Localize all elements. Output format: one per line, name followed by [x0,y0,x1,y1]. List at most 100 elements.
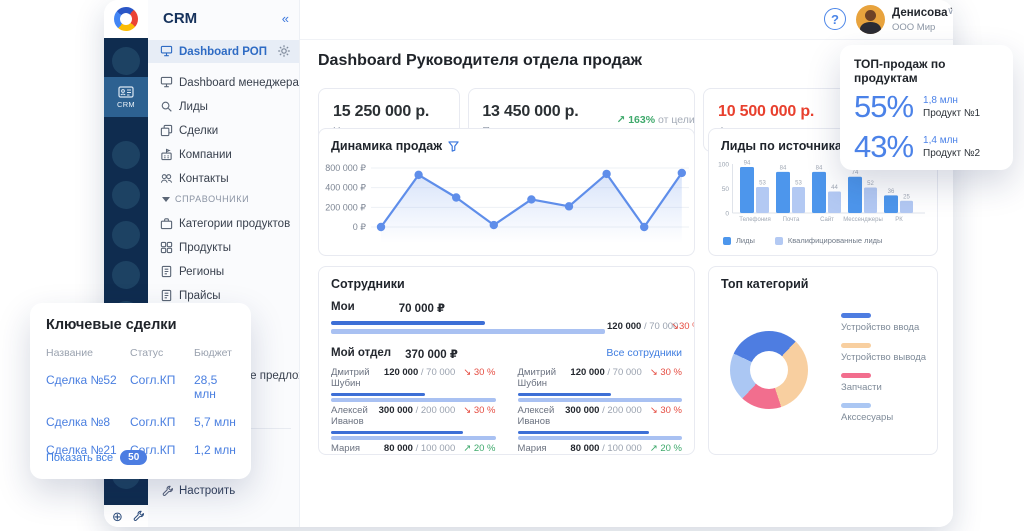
bar-chart-legend: Лиды Квалифицированные лиды [723,236,882,245]
sidebar-item-products[interactable]: Продукты [148,236,300,259]
show-all-label: Показать все [46,452,113,464]
help-icon[interactable]: ? [824,8,846,30]
sidebar-item-label: Dashboard РОП [179,46,267,58]
user-company: ООО Мир [892,22,935,33]
sidebar-item-label: Категории продуктов [179,218,290,230]
employees-grid: Дмитрий Шубин120 000 / 70 000↘ 30 % Дмит… [331,367,682,455]
delta-value: 163% [628,114,655,126]
rail-item-placeholder[interactable] [112,221,140,249]
wrench-icon [162,485,174,497]
sales-dynamics-line-chart: 800 000 ₽400 000 ₽200 000 ₽0 ₽ [325,159,693,251]
sidebar-collapse-icon[interactable]: « [282,11,289,26]
employee-target: / 70 000 [607,367,641,378]
user-avatar[interactable] [856,5,885,34]
employee-name: Мария Попова [331,443,384,455]
deal-name[interactable]: Сделка №8 [46,415,130,429]
deal-status: Согл.КП [130,373,194,401]
rail-item-placeholder[interactable] [112,141,140,169]
wrench-icon[interactable] [133,510,145,522]
table-row[interactable]: Сделка №52 Согл.КП 28,5 млн [46,373,237,401]
employee-progress-light-bar [518,436,683,440]
legend-swatch [841,343,871,348]
sidebar-item-label: Лиды [179,101,208,113]
svg-text:53: 53 [795,181,802,187]
rail-footer: ⊕ [104,505,148,527]
legend-swatch [841,403,871,408]
top-products-card: ТОП-продаж по продуктам 55% 1,8 млн Прод… [840,45,1013,170]
svg-text:36: 36 [888,189,895,195]
settings-gear-icon[interactable] [277,44,291,58]
chevron-down-icon[interactable]: ∨ [947,6,953,17]
column-header-name: Название [46,347,130,359]
my-percent: ↘30 % [671,321,695,332]
rail-item-placeholder[interactable] [112,47,140,75]
sidebar-item-label: Регионы [179,266,224,278]
legend-swatch [841,313,871,318]
svg-text:25: 25 [903,194,910,200]
sidebar-item-dashboard-manager[interactable]: Dashboard менеджера [148,71,300,94]
employee-value: 80 000 [570,443,599,454]
sidebar-item-regions[interactable]: Регионы [148,260,300,283]
rail-crm-label: CRM [117,100,135,109]
svg-text:100: 100 [718,162,729,169]
employee-row: Мария Попова80 000 / 100 000↗ 20 % [518,443,683,455]
sidebar-item-label: Контакты [179,173,229,185]
deal-name[interactable]: Сделка №52 [46,373,130,401]
section-collapse-icon [162,197,170,202]
user-name[interactable]: Денисова Т. [892,7,953,19]
legend-label: Запчасти [841,382,926,393]
dashboard-icon [160,76,173,89]
legend-label: Устройство ввода [841,322,926,333]
employee-name: Алексей Иванов [518,405,566,427]
sidebar-item-deals[interactable]: Сделки [148,119,300,142]
svg-text:Мессенджеры: Мессенджеры [843,217,883,223]
key-deals-table: Название Статус Бюджет Сделка №52 Согл.К… [46,347,237,457]
legend-swatch-qualified [775,237,783,245]
trend-down-icon: ↘ [463,367,471,378]
trend-down-icon: ↘ [463,405,471,416]
filter-funnel-icon[interactable] [448,141,459,152]
app-logo[interactable] [104,0,148,38]
sidebar-item-companies[interactable]: Компании [148,143,300,166]
table-row[interactable]: Сделка №8 Согл.КП 5,7 млн [46,415,237,429]
rail-item-placeholder[interactable] [112,261,140,289]
deal-status: Согл.КП [130,415,194,429]
employee-value: 120 000 [384,367,418,378]
product-amount: 1,8 млн [923,95,980,106]
deal-budget: 1,2 млн [194,443,237,457]
legend-item: Акссесуары [841,403,926,423]
legend-item: Устройство ввода [841,313,926,333]
employee-row: Алексей Иванов300 000 / 200 000↘ 30 % [331,405,496,440]
top-product-row: 55% 1,8 млн Продукт №1 [854,89,999,125]
rail-item-placeholder[interactable] [112,181,140,209]
all-employees-link[interactable]: Все сотрудники [606,347,682,359]
sidebar-item-product-categories[interactable]: Категории продуктов [148,212,300,235]
sidebar-item-label: Продукты [179,242,231,254]
legend-item: Устройство вывода [841,343,926,363]
svg-text:Почта: Почта [783,217,800,223]
kpi-plan-delta: ↗ 163% от цели [604,114,694,126]
sidebar-section-directories[interactable]: СПРАВОЧНИКИ [162,190,300,208]
sidebar-item-contacts[interactable]: Контакты [148,167,300,190]
key-deals-card: Ключевые сделки Название Статус Бюджет С… [30,303,251,479]
top-categories-title: Топ категорий [721,277,808,291]
sidebar-configure-button[interactable]: Настроить [162,485,235,497]
page-title: Dashboard Руководителя отдела продаж [318,52,642,70]
employee-name: Мария Попова [518,443,571,455]
sidebar-item-dashboard-rop[interactable]: Dashboard РОП [148,40,300,63]
sidebar-title: CRM [163,10,197,27]
employee-target: / 100 000 [416,443,456,454]
add-button[interactable]: ⊕ [112,510,123,523]
product-name: Продукт №1 [923,108,980,119]
dashboard-icon [160,45,173,58]
show-all-button[interactable]: Показать все 50 [46,450,147,465]
legend-label: Акссесуары [841,412,926,423]
svg-text:Сайт: Сайт [820,216,834,223]
top-categories-card: Топ категорий Устройство ввода Устройств… [708,266,938,455]
sidebar-item-leads[interactable]: Лиды [148,95,300,118]
crm-card-icon [118,86,134,98]
trend-down-icon: ↘ [650,367,658,378]
rail-item-crm-active[interactable]: CRM [104,77,148,117]
employee-progress-light-bar [331,398,496,402]
svg-text:94: 94 [744,160,751,166]
